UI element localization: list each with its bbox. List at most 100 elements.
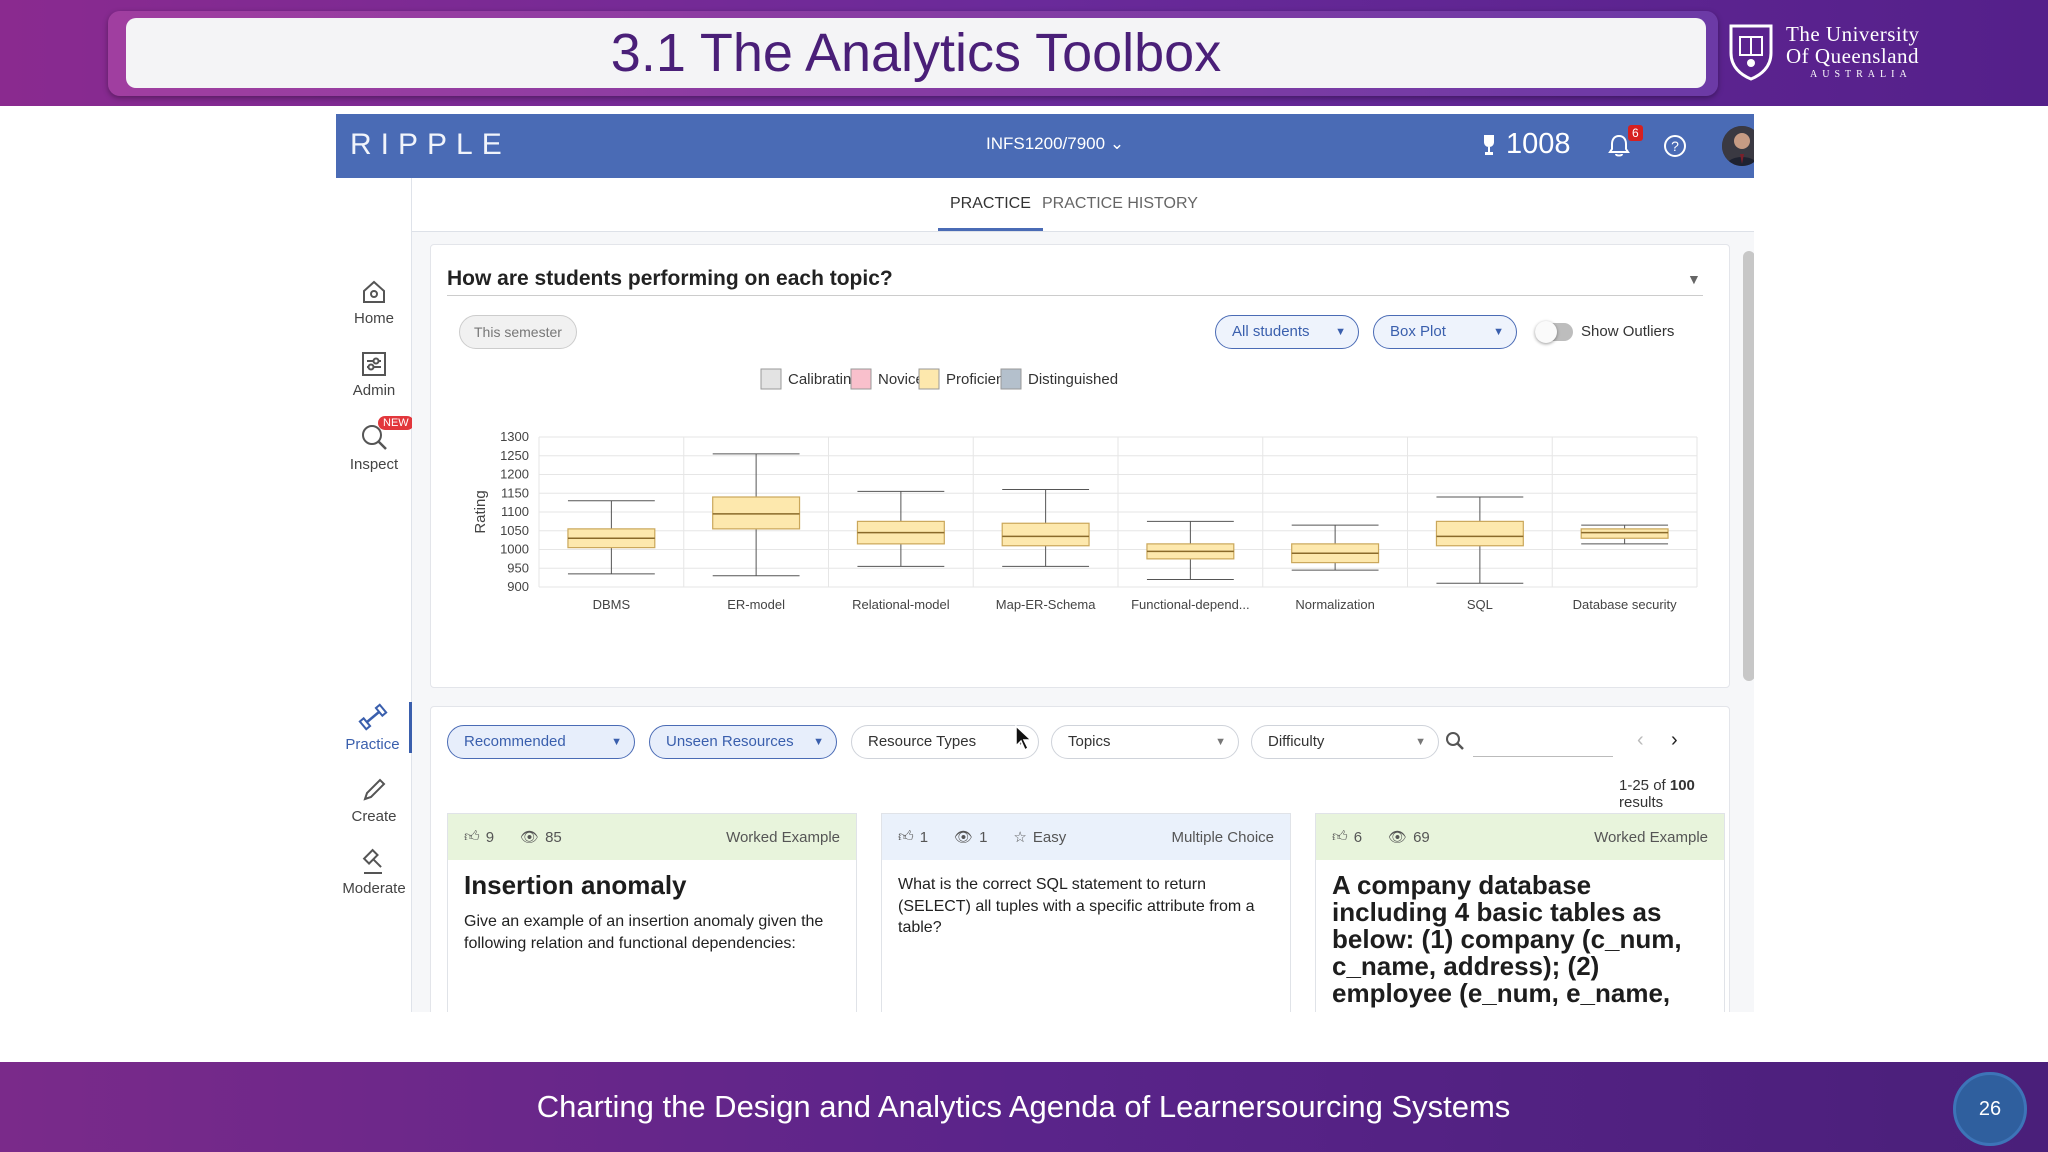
- help-icon[interactable]: ?: [1662, 133, 1688, 159]
- home-icon: [363, 280, 385, 303]
- nav-admin[interactable]: Admin: [336, 350, 412, 399]
- collapse-caret-icon[interactable]: ▼: [1687, 271, 1701, 287]
- results-count: 1-25 of 100 results: [1619, 777, 1729, 811]
- legend-label: Distinguished: [1028, 371, 1118, 388]
- legend-swatch: [918, 368, 940, 390]
- main-content: PRACTICE PRACTICE HISTORY How are studen…: [412, 178, 1754, 1012]
- like-count: 1: [919, 828, 929, 846]
- filter-label: Resource Types: [868, 733, 977, 750]
- view-count: 1: [979, 828, 988, 846]
- x-tick-label: DBMS: [593, 597, 631, 612]
- semester-chip[interactable]: This semester: [459, 315, 577, 349]
- slide-footer: Charting the Design and Analytics Agenda…: [0, 1062, 2048, 1152]
- filter-resource-types[interactable]: Resource Types▼: [851, 725, 1039, 759]
- side-navigation: Home Admin Inspect NEW Practice Create M…: [336, 178, 414, 1012]
- y-axis-label: Rating: [472, 490, 489, 533]
- filter-unseen-resources[interactable]: Unseen Resources ▼: [649, 725, 837, 759]
- university-name: The University Of Queensland AUSTRALIA: [1786, 23, 1920, 81]
- filter-difficulty[interactable]: Difficulty ▼: [1251, 725, 1439, 759]
- show-outliers-toggle[interactable]: [1535, 321, 1573, 343]
- legend-swatch: [760, 368, 782, 390]
- university-line-2: Of Queensland: [1786, 44, 1920, 69]
- resource-card-header: 👍︎ 1 👁︎ 1 ☆ Easy Multiple Choice: [882, 814, 1290, 860]
- students-select[interactable]: All students ▼: [1215, 315, 1359, 349]
- results-total: 100: [1669, 777, 1695, 794]
- legend-swatch: [1000, 368, 1022, 390]
- y-tick-label: 900: [507, 579, 529, 594]
- thumbs-up-icon: 👍︎: [464, 828, 480, 845]
- app-topbar: RIPPLE INFS1200/7900 ⌄ 1008 6 ?: [336, 114, 1754, 178]
- ripple-logo[interactable]: RIPPLE: [350, 128, 511, 162]
- caret-down-icon: ▼: [1215, 736, 1226, 748]
- title-box: 3.1 The Analytics Toolbox: [126, 18, 1706, 88]
- resource-type: Multiple Choice: [1171, 828, 1274, 846]
- students-select-label: All students: [1232, 323, 1310, 340]
- nav-moderate-label: Moderate: [342, 880, 406, 897]
- search-input[interactable]: [1473, 727, 1613, 757]
- y-tick-label: 1200: [500, 467, 529, 482]
- filter-recommended[interactable]: Recommended ▼: [447, 725, 635, 759]
- caret-down-icon: ▼: [1493, 326, 1504, 338]
- resource-body: What is the correct SQL statement to ret…: [898, 876, 1255, 937]
- nav-practice[interactable]: Practice: [336, 702, 412, 753]
- y-tick-label: 1100: [501, 504, 529, 519]
- legend-swatch: [850, 368, 872, 390]
- y-tick-label: 1250: [500, 448, 529, 463]
- slide-header: 3.1 The Analytics Toolbox The University…: [0, 0, 2048, 106]
- slide-title: 3.1 The Analytics Toolbox: [610, 23, 1222, 83]
- resource-card[interactable]: 👍︎ 1 👁︎ 1 ☆ Easy Multiple Choice What is th…: [881, 813, 1291, 1012]
- legend-label: Novice: [878, 371, 924, 388]
- nav-create[interactable]: Create: [336, 776, 412, 825]
- caret-down-icon: ▼: [1415, 736, 1426, 748]
- vertical-scrollbar[interactable]: [1743, 251, 1754, 681]
- points-display: 1008: [1480, 128, 1571, 161]
- legend-label: Proficient: [946, 371, 1009, 388]
- toggle-knob: [1535, 321, 1557, 343]
- nav-inspect[interactable]: Inspect NEW: [336, 416, 414, 473]
- caret-down-icon: ▼: [813, 736, 824, 748]
- resource-card[interactable]: 👍︎ 6 👁︎ 69 Worked Example A company databa…: [1315, 813, 1725, 1012]
- pencil-icon: [363, 778, 386, 801]
- caret-down-icon: ▼: [1335, 326, 1346, 338]
- chevron-down-icon: ⌄: [1109, 134, 1125, 153]
- nav-home[interactable]: Home: [336, 278, 412, 327]
- box-iqr: [1580, 528, 1669, 539]
- plot-type-select[interactable]: Box Plot ▼: [1373, 315, 1517, 349]
- nav-home-label: Home: [353, 310, 394, 327]
- tab-bar: PRACTICE PRACTICE HISTORY: [412, 178, 1754, 232]
- filter-label: Unseen Resources: [666, 733, 794, 750]
- chart-heading: How are students performing on each topi…: [447, 267, 893, 290]
- resource-card-header: 👍︎ 9 👁︎ 85 Worked Example: [448, 814, 856, 860]
- resource-card-header: 👍︎ 6 👁︎ 69 Worked Example: [1316, 814, 1724, 860]
- crest-icon: [1729, 24, 1773, 81]
- eye-icon: 👁︎: [954, 829, 974, 846]
- star-icon: ☆: [1013, 829, 1027, 846]
- gavel-icon: [362, 848, 382, 874]
- filter-label: Difficulty: [1268, 733, 1325, 750]
- resource-title: Insertion anomaly: [464, 870, 687, 900]
- tab-practice-history[interactable]: PRACTICE HISTORY: [1042, 195, 1198, 231]
- nav-admin-label: Admin: [352, 382, 396, 399]
- analytics-chart-card: How are students performing on each topi…: [430, 244, 1754, 688]
- resource-type: Worked Example: [1594, 828, 1708, 846]
- y-tick-label: 1050: [500, 523, 529, 538]
- course-selector[interactable]: INFS1200/7900 ⌄: [986, 134, 1124, 154]
- tab-practice[interactable]: PRACTICE: [938, 195, 1043, 231]
- ripple-app: RIPPLE INFS1200/7900 ⌄ 1008 6 ? Home Adm…: [336, 114, 1754, 1012]
- nav-moderate[interactable]: Moderate: [336, 848, 412, 897]
- resource-stats: 👍︎ 6 👁︎ 69: [1332, 828, 1430, 846]
- show-outliers-label: Show Outliers: [1581, 323, 1675, 340]
- x-tick-label: Functional-depend...: [1131, 597, 1250, 612]
- university-logo: The University Of Queensland AUSTRALIA: [1728, 20, 1920, 84]
- resource-type: Worked Example: [726, 828, 840, 846]
- divider: [447, 295, 1703, 296]
- avatar[interactable]: [1722, 126, 1754, 166]
- filter-topics[interactable]: Topics ▼: [1051, 725, 1239, 759]
- next-page-button[interactable]: ›: [1671, 729, 1678, 752]
- university-line-1: The University: [1786, 22, 1920, 47]
- resource-card[interactable]: 👍︎ 9 👁︎ 85 Worked Example Insertion anomal…: [447, 813, 857, 1012]
- resource-body: Give an example of an insertion anomaly …: [464, 913, 824, 952]
- results-suffix: results: [1619, 794, 1664, 811]
- box-iqr: [1435, 520, 1524, 547]
- previous-page-button[interactable]: ‹: [1637, 729, 1644, 752]
